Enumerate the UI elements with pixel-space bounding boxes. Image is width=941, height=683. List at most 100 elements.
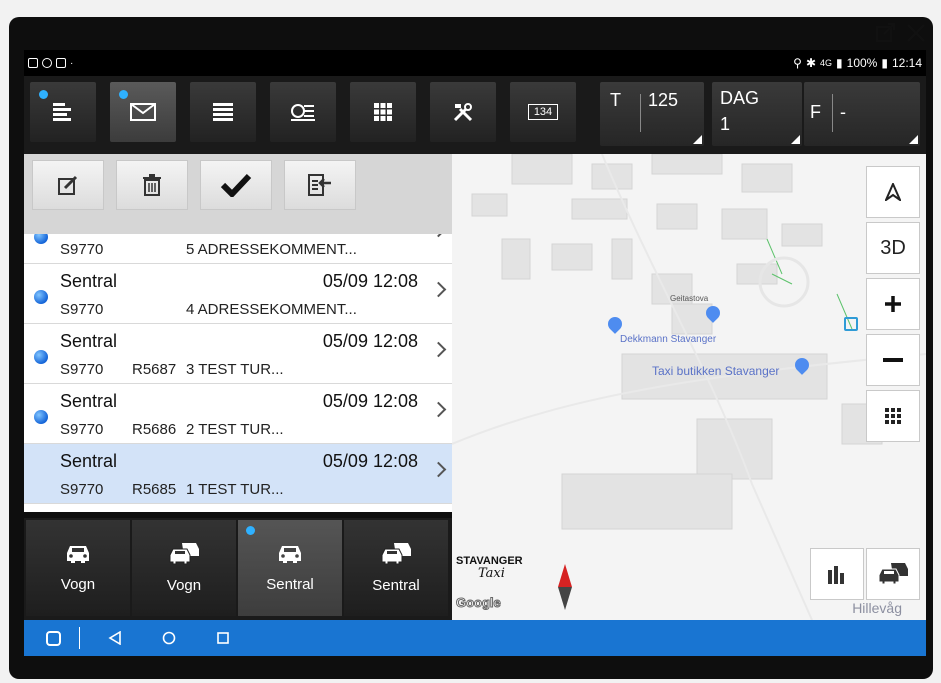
receipt-icon: [291, 104, 315, 121]
tab-sentral-1[interactable]: Sentral: [238, 520, 342, 616]
3d-button[interactable]: 3D: [866, 222, 920, 274]
poi-taxi-butikken: Taxi butikken Stavanger: [652, 364, 780, 378]
compass-button[interactable]: [866, 166, 920, 218]
tab-vogn-2[interactable]: Vogn: [132, 520, 236, 616]
message-sender: Sentral: [60, 271, 118, 291]
message-car: S9770: [60, 301, 104, 318]
message-car: S9770: [60, 241, 104, 258]
more-dot: ·: [70, 57, 74, 69]
unread-indicator: [34, 350, 48, 364]
messages-button[interactable]: [110, 82, 176, 142]
list-item[interactable]: S9770 5 ADRESSEKOMMENT...: [24, 234, 452, 264]
menu-icon: [53, 103, 71, 121]
teamviewer-status-icon: [56, 58, 66, 68]
notification-dot: [119, 90, 128, 99]
tab-vogn-1[interactable]: Vogn: [26, 520, 130, 616]
battery-percent: 100%: [846, 56, 878, 70]
buildings-button[interactable]: [810, 548, 864, 600]
list-item[interactable]: Sentral 05/09 12:08 S9770 4 ADRESSEKOMMEN…: [24, 264, 452, 324]
screen-icon: [28, 58, 38, 68]
cars-icon: [878, 563, 908, 585]
teamviewer-icon[interactable]: [46, 630, 61, 646]
recents-icon[interactable]: [216, 631, 230, 645]
popout-icon[interactable]: [875, 22, 897, 44]
meter-button[interactable]: 134: [510, 82, 576, 142]
close-icon[interactable]: [905, 22, 927, 44]
bluetooth-icon: ✱: [805, 56, 817, 70]
stavanger-taxi-logo: STAVANGER Taxi: [456, 556, 523, 581]
zoom-out-button[interactable]: [866, 334, 920, 386]
message-car: S9770: [60, 421, 104, 438]
back-icon[interactable]: [108, 631, 122, 645]
message-car: S9770: [60, 361, 104, 378]
chevron-right-icon: [430, 341, 447, 358]
message-ref: R5685: [132, 481, 177, 498]
message-sender: Sentral: [60, 331, 118, 351]
message-ref: R5686: [132, 421, 177, 438]
grid-button[interactable]: [350, 82, 416, 142]
trip-field[interactable]: T 125: [600, 82, 704, 146]
message-time: 05/09 12:08: [322, 271, 418, 291]
list-item-selected[interactable]: Sentral 05/09 12:08 S9770 R5685 1 TEST TUR…: [24, 444, 452, 504]
map-view[interactable]: Geitastova Dekkmann Stavanger Taxi butik…: [452, 154, 926, 620]
message-sender: Sentral: [60, 391, 118, 411]
nearby-cars-button[interactable]: [866, 548, 920, 600]
menu-button[interactable]: [30, 82, 96, 142]
message-text: 4 ADRESSEKOMMENT...: [186, 301, 357, 318]
plus-icon: [885, 296, 901, 312]
envelope-icon: [130, 103, 156, 121]
zoom-in-button[interactable]: [866, 278, 920, 330]
field-corner: [791, 135, 800, 144]
tab-label: Sentral: [266, 575, 314, 593]
top-toolbar: 134 T 125 DAG 1 F -: [24, 76, 926, 154]
logo-line-2: Taxi: [478, 566, 505, 581]
tools-button[interactable]: [430, 82, 496, 142]
unread-indicator: [34, 234, 48, 244]
field-separator: [640, 94, 641, 132]
list-button[interactable]: [190, 82, 256, 142]
location-icon: ⚲: [793, 56, 802, 70]
map-grid-button[interactable]: [866, 390, 920, 442]
compass-needle-icon: [558, 564, 572, 610]
grid-icon: [885, 408, 901, 424]
shift-field[interactable]: F -: [804, 82, 920, 146]
message-time: 05/09 12:08: [322, 391, 418, 411]
tools-icon: [453, 103, 473, 122]
field-separator: [832, 94, 833, 132]
confirm-button[interactable]: [200, 160, 272, 210]
day-field[interactable]: DAG 1: [712, 82, 802, 146]
battery-icon: ▮: [881, 56, 888, 70]
tab-label: Vogn: [166, 576, 202, 594]
shift-value: -: [840, 102, 846, 122]
message-time: 05/09 12:08: [322, 451, 418, 471]
buildings-icon: [828, 566, 844, 584]
tab-sentral-2[interactable]: Sentral: [344, 520, 448, 616]
trip-value: 125: [648, 90, 679, 110]
field-corner: [909, 135, 918, 144]
chevron-right-icon: [430, 234, 447, 238]
delete-button[interactable]: [116, 160, 188, 210]
meter-badge: 134: [527, 104, 559, 120]
north-arrow-icon: [885, 183, 901, 201]
cars-icon: [169, 542, 199, 564]
compose-button[interactable]: [32, 160, 104, 210]
message-text: 5 ADRESSEKOMMENT...: [186, 241, 357, 258]
receipt-button[interactable]: [270, 82, 336, 142]
list-item[interactable]: Sentral 05/09 12:08 S9770 R5686 2 TEST TUR…: [24, 384, 452, 444]
forward-button[interactable]: [284, 160, 356, 210]
area-label: Hillevåg: [852, 600, 902, 616]
list-item[interactable]: Sentral 05/09 12:08 S9770 R5687 3 TEST TUR…: [24, 324, 452, 384]
cars-icon: [381, 542, 411, 564]
field-corner: [693, 135, 702, 144]
android-nav-bar: [24, 620, 926, 656]
trash-icon: [143, 174, 161, 196]
home-icon[interactable]: [162, 631, 176, 645]
poi-dekkmann: Dekkmann Stavanger: [620, 334, 717, 345]
message-car: S9770: [60, 481, 104, 498]
tab-label: Vogn: [60, 575, 96, 593]
google-logo: Google: [456, 595, 502, 611]
minus-icon: [883, 358, 903, 362]
window-controls: [875, 22, 927, 44]
list-icon: [213, 103, 233, 121]
forward-icon: [308, 174, 331, 196]
